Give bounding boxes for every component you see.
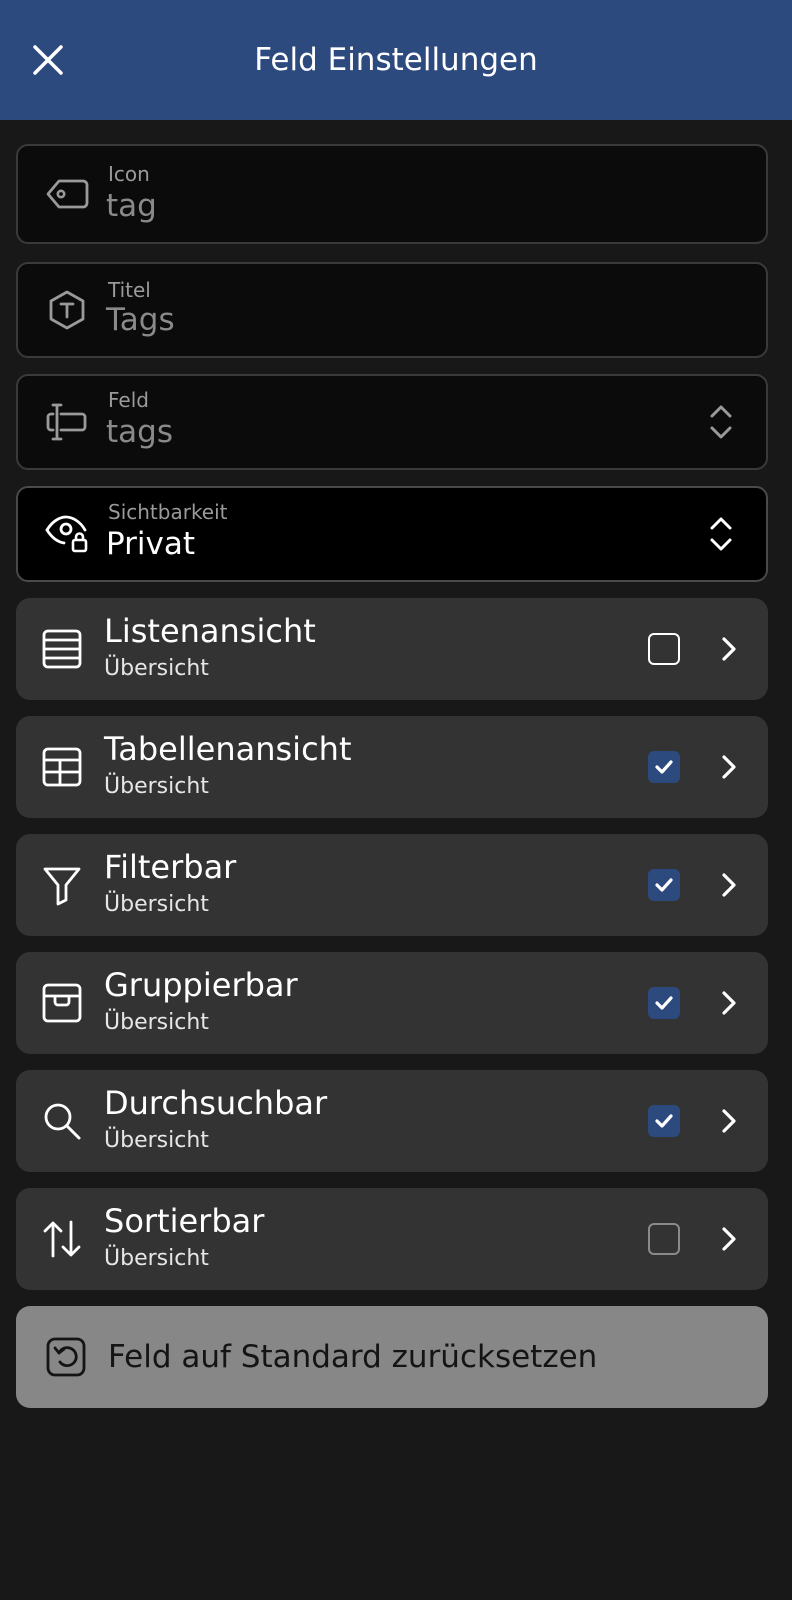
option-row-sortierbar[interactable]: Sortierbar Übersicht [16, 1188, 768, 1290]
option-subtitle: Übersicht [104, 1128, 209, 1153]
option-row-filterbar[interactable]: Filterbar Übersicht [16, 834, 768, 936]
text-hexagon-icon [44, 287, 90, 333]
app-header: Feld Einstellungen [0, 0, 792, 120]
feld-dropdown-chevrons-icon[interactable] [706, 402, 736, 442]
option-row-tabellenansicht[interactable]: Tabellenansicht Übersicht [16, 716, 768, 818]
sichtbarkeit-field-value[interactable]: Privat [106, 526, 195, 562]
option-checkbox-durchsuchbar[interactable] [648, 1105, 680, 1137]
option-title: Tabellenansicht [104, 730, 352, 768]
option-checkbox-sortierbar[interactable] [648, 1223, 680, 1255]
checkmark-icon [655, 878, 673, 892]
icon-field-value[interactable]: tag [106, 188, 157, 224]
chevron-right-icon[interactable] [716, 988, 742, 1018]
reset-field-button[interactable]: Feld auf Standard zurücksetzen [16, 1306, 768, 1408]
chevron-right-icon[interactable] [716, 752, 742, 782]
chevron-right-icon[interactable] [716, 634, 742, 664]
option-subtitle: Übersicht [104, 1246, 209, 1271]
chevron-right-icon[interactable] [716, 870, 742, 900]
checkmark-icon [655, 760, 673, 774]
option-title: Durchsuchbar [104, 1084, 328, 1122]
table-icon [38, 743, 86, 791]
option-title: Filterbar [104, 848, 237, 886]
option-subtitle: Übersicht [104, 892, 209, 917]
list-icon [38, 625, 86, 673]
sichtbarkeit-dropdown-chevrons-icon[interactable] [706, 514, 736, 554]
titel-field-label: Titel [108, 278, 151, 302]
chevron-right-icon[interactable] [716, 1106, 742, 1136]
titel-field[interactable]: Titel Tags [16, 262, 768, 358]
reset-field-label: Feld auf Standard zurücksetzen [108, 1339, 598, 1375]
option-row-listenansicht[interactable]: Listenansicht Übersicht [16, 598, 768, 700]
option-checkbox-filterbar[interactable] [648, 869, 680, 901]
tag-icon [44, 171, 90, 217]
chevron-right-icon[interactable] [716, 1224, 742, 1254]
option-checkbox-listenansicht[interactable] [648, 633, 680, 665]
reset-icon [42, 1333, 90, 1381]
option-title: Gruppierbar [104, 966, 298, 1004]
option-subtitle: Übersicht [104, 656, 209, 681]
option-subtitle: Übersicht [104, 1010, 209, 1035]
feld-field-label: Feld [108, 388, 149, 412]
filter-icon [38, 861, 86, 909]
sichtbarkeit-field-label: Sichtbarkeit [108, 500, 228, 524]
page-title: Feld Einstellungen [254, 42, 538, 78]
feld-field-value[interactable]: tags [106, 414, 173, 450]
search-icon [38, 1097, 86, 1145]
option-row-gruppierbar[interactable]: Gruppierbar Übersicht [16, 952, 768, 1054]
archive-icon [38, 979, 86, 1027]
text-cursor-icon [44, 399, 90, 445]
option-title: Listenansicht [104, 612, 316, 650]
feld-field[interactable]: Feld tags [16, 374, 768, 470]
checkmark-icon [655, 996, 673, 1010]
option-row-durchsuchbar[interactable]: Durchsuchbar Übersicht [16, 1070, 768, 1172]
option-checkbox-gruppierbar[interactable] [648, 987, 680, 1019]
titel-field-value[interactable]: Tags [106, 302, 175, 338]
option-checkbox-tabellenansicht[interactable] [648, 751, 680, 783]
option-subtitle: Übersicht [104, 774, 209, 799]
option-title: Sortierbar [104, 1202, 265, 1240]
eye-lock-icon [44, 511, 90, 557]
icon-field-label: Icon [108, 162, 150, 186]
sort-arrows-icon [38, 1215, 86, 1263]
icon-field[interactable]: Icon tag [16, 144, 768, 244]
checkmark-icon [655, 1114, 673, 1128]
sichtbarkeit-field[interactable]: Sichtbarkeit Privat [16, 486, 768, 582]
